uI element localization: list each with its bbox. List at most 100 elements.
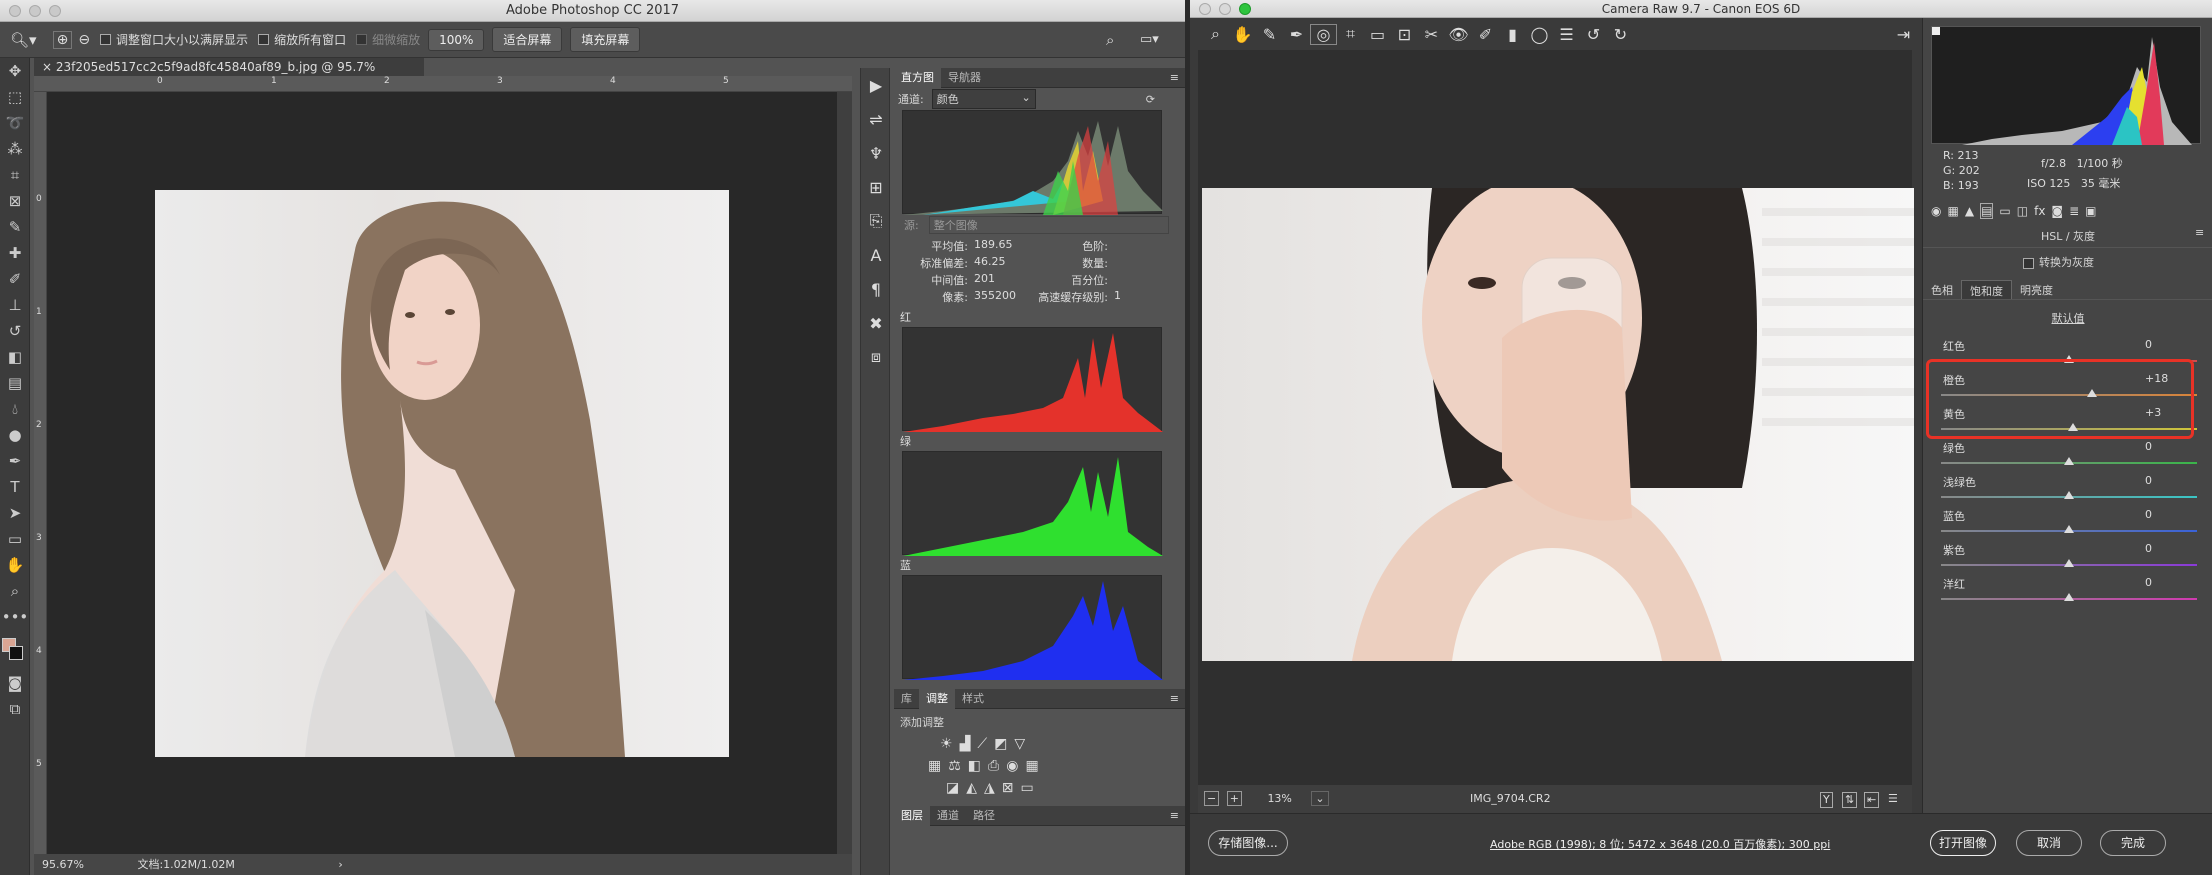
status-arrow-icon[interactable]: › [338,858,342,871]
black-white-icon[interactable]: ◧ [968,758,981,774]
zoom-dot[interactable] [49,5,61,17]
slider-value[interactable]: 0 [2145,508,2185,521]
source-select[interactable]: 整个图像 [928,216,1169,234]
clone-source-icon[interactable]: ⎘ [861,204,891,238]
radial-filter-icon[interactable]: ◯ [1526,25,1553,44]
window-controls[interactable] [1199,3,1251,15]
fullscreen-icon[interactable]: ⇥ [1890,25,1917,44]
adjustment-brush-icon[interactable]: ✐ [1472,25,1499,44]
search-icon[interactable]: ⌕ [1106,31,1114,49]
healing-brush-icon[interactable]: ✚ [0,240,30,266]
spot-removal-icon[interactable]: ✂ [1418,25,1445,44]
targeted-adjustment-icon[interactable]: ◎ [1310,23,1337,45]
tone-curve-icon[interactable]: ▦ [1947,204,1958,218]
zoom-tool-icon[interactable]: 🔍︎▾ [10,31,37,49]
done-button[interactable]: 完成 [2100,830,2166,856]
tab-saturation[interactable]: 饱和度 [1961,280,2012,299]
channel-mixer-icon[interactable]: ◉ [1006,758,1018,774]
crop-tool-icon[interactable]: ⌗ [1337,24,1364,44]
panel-menu-icon[interactable]: ≡ [2195,226,2204,239]
slider-thumb[interactable] [2064,525,2074,533]
slider-thumb[interactable] [2064,457,2074,465]
posterize-icon[interactable]: ◭ [966,780,977,796]
exposure-icon[interactable]: ◩ [994,736,1007,752]
copy-settings-icon[interactable]: ⇤ [1864,792,1880,808]
snapshots-icon[interactable]: ▣ [2085,204,2096,218]
color-balance-icon[interactable]: ⚖ [948,758,961,774]
marquee-tool-icon[interactable]: ⬚ [0,84,30,110]
shape-tool-icon[interactable]: ▭ [0,526,30,552]
tab-navigator[interactable]: 导航器 [941,68,988,88]
blur-tool-icon[interactable]: 💧︎ [0,396,30,422]
zoom-100-button[interactable]: 100% [428,28,485,51]
pen-tool-icon[interactable]: ✒ [0,448,30,474]
slider-thumb[interactable] [2064,491,2074,499]
close-dot[interactable] [9,5,21,17]
panel-menu-icon[interactable]: ≡ [1170,71,1179,84]
split-toning-icon[interactable]: ▭ [1999,204,2010,218]
glyphs-icon[interactable]: ⧈ [861,340,891,374]
panel-menu-icon[interactable]: ≡ [1170,809,1179,822]
tab-adjustments[interactable]: 调整 [919,688,955,709]
background-color-swatch[interactable] [9,646,23,660]
actions-icon[interactable]: ⇌ [861,102,891,136]
straighten-icon[interactable]: ▭ [1364,25,1391,44]
properties-icon[interactable]: ⊞ [861,170,891,204]
dodge-tool-icon[interactable]: ● [0,422,30,448]
slider-thumb[interactable] [2064,593,2074,601]
detail-icon[interactable]: ▲ [1965,204,1974,218]
zoom-out-icon[interactable]: ⊖ [78,32,90,48]
open-image-button[interactable]: 打开图像 [1930,830,1996,856]
save-image-button[interactable]: 存储图像... [1208,830,1288,856]
zoom-dropdown-icon[interactable]: ⌄ [1311,791,1329,806]
color-sampler-icon[interactable]: ✒ [1283,25,1310,44]
vertical-scrollbar[interactable] [837,92,852,854]
minimize-dot[interactable] [29,5,41,17]
slider-row[interactable]: 绿色 0 [1931,440,2201,474]
window-controls[interactable] [9,5,61,17]
fit-screen-button[interactable]: 适合屏幕 [492,27,563,52]
photo-filter-icon[interactable]: ⎙ [988,758,999,774]
screen-mode-icon[interactable]: ⧉ [0,696,30,722]
tab-channels[interactable]: 通道 [930,806,966,826]
document-canvas[interactable] [47,92,837,854]
presets-icon[interactable]: ≣ [2069,204,2079,218]
tab-layers[interactable]: 图层 [894,805,930,826]
hand-tool-icon[interactable]: ✋ [1229,25,1256,44]
cancel-button[interactable]: 取消 [2016,830,2082,856]
tab-libraries[interactable]: 库 [894,689,919,709]
slider-thumb[interactable] [2064,559,2074,567]
preferences-icon[interactable]: ☰ [1553,25,1580,44]
slider-row[interactable]: 蓝色 0 [1931,508,2201,542]
close-dot[interactable] [1199,3,1211,15]
stamp-tool-icon[interactable]: ⊥ [0,292,30,318]
paragraph-icon[interactable]: ¶ [861,272,891,306]
resize-windows-checkbox[interactable] [100,34,112,45]
gradient-tool-icon[interactable]: ▤ [0,370,30,396]
eyedropper-icon[interactable]: ✎ [0,214,30,240]
gradient-map-icon[interactable]: ▭ [1021,780,1034,796]
graduated-filter-icon[interactable]: ▮ [1499,25,1526,44]
hsl-icon[interactable]: ▤ [1980,203,1994,219]
lasso-tool-icon[interactable]: ➰ [0,110,30,136]
slider-row[interactable]: 洋红 0 [1931,576,2201,610]
white-balance-icon[interactable]: ✎ [1256,25,1283,44]
workspace-icon[interactable]: ▭▾ [1140,32,1159,47]
tab-histogram[interactable]: 直方图 [894,67,941,88]
slider-value[interactable]: 0 [2145,338,2185,351]
settings-toggle-icon[interactable]: ☰ [1888,785,1898,813]
slider-row[interactable]: 浅绿色 0 [1931,474,2201,508]
zoom-tool-side-icon[interactable]: ⌕ [0,578,30,604]
tab-hue[interactable]: 色相 [1923,280,1961,299]
channel-select[interactable]: 颜色 ⌄ [931,89,1036,109]
slider-value[interactable]: 0 [2145,440,2185,453]
slider-value[interactable]: 0 [2145,576,2185,589]
transform-icon[interactable]: ⊡ [1391,25,1418,44]
zoom-in-button[interactable]: + [1226,791,1242,806]
rotate-left-icon[interactable]: ↺ [1580,25,1607,44]
refresh-icon[interactable]: ⟳ [1146,93,1155,106]
default-link[interactable]: 默认值 [1923,310,2212,326]
levels-icon[interactable]: ▟ [960,736,971,752]
slider-value[interactable]: 0 [2145,474,2185,487]
brightness-icon[interactable]: ☀ [940,736,953,752]
